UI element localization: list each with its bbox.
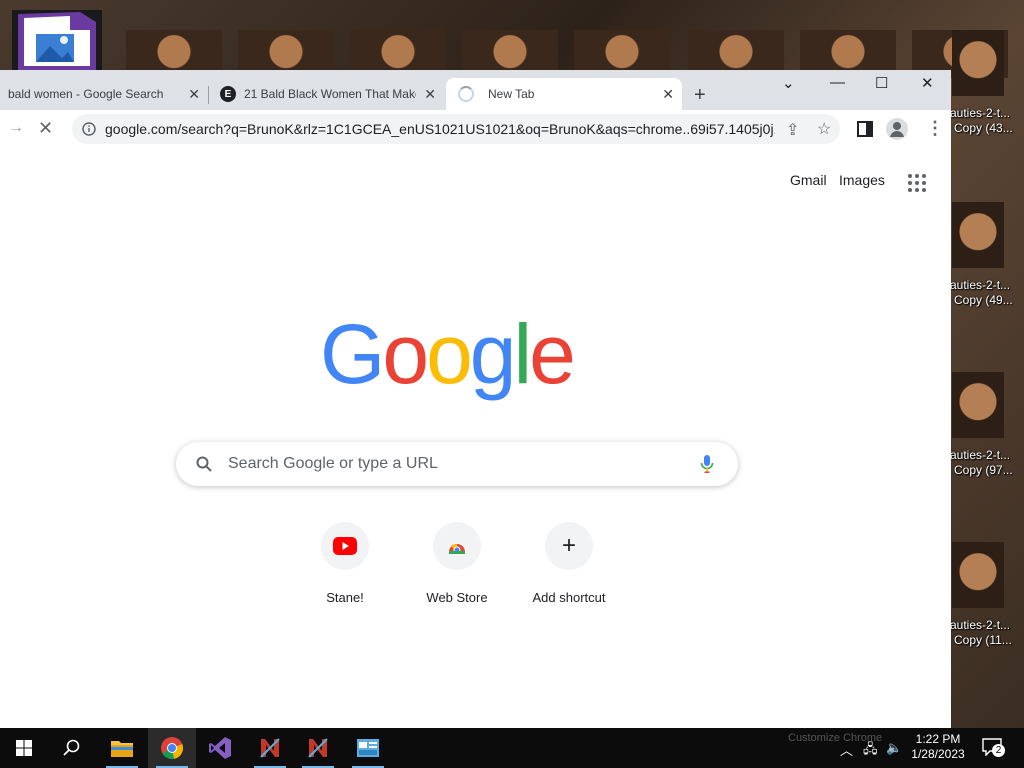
windows-start-icon[interactable] [0, 728, 48, 768]
volume-icon[interactable]: 🔈 [886, 740, 902, 756]
url-text[interactable]: google.com/search?q=BrunoK&rlz=1C1GCEA_e… [105, 121, 775, 137]
logo-letter: o [382, 307, 429, 401]
tab-search-chevron-icon[interactable]: ⌄ [782, 74, 795, 92]
tab-close-icon[interactable]: ✕ [188, 86, 200, 103]
desktop-file-label: auties-2-t... Copy (43... [950, 106, 1013, 135]
site-info-icon[interactable] [82, 122, 96, 136]
search-icon [196, 456, 212, 472]
app-n-icon[interactable] [246, 728, 294, 768]
shortcut-label: Web Store [426, 590, 488, 605]
image-thumbnail [952, 542, 1004, 608]
chrome-taskbar-icon[interactable] [148, 728, 196, 768]
app-n-icon-2[interactable] [294, 728, 342, 768]
shortcut-tile [321, 522, 369, 570]
show-hidden-icons-chevron[interactable]: ︿ [840, 740, 853, 759]
desktop-file[interactable]: auties-2-t... Copy (97... [950, 372, 1024, 522]
shortcut-add[interactable]: + Add shortcut [513, 522, 625, 605]
clock-date: 1/28/2023 [911, 747, 965, 761]
tab-new-tab[interactable]: New Tab ✕ [446, 78, 682, 110]
google-apps-grid-icon[interactable] [908, 174, 926, 192]
notification-center-icon[interactable]: 2 [982, 738, 1006, 758]
google-logo: Google [320, 308, 592, 400]
minimize-icon[interactable]: — [830, 74, 845, 91]
shortcut-label: Stane! [326, 590, 364, 605]
tab-divider [208, 86, 209, 104]
plus-icon: + [545, 522, 593, 570]
new-tab-page: Gmail Images Google Search Google or typ… [0, 148, 951, 728]
kebab-menu-icon[interactable]: ⋮ [926, 118, 944, 139]
new-tab-plus-icon[interactable]: + [694, 84, 706, 107]
stop-loading-icon[interactable]: ✕ [38, 118, 53, 139]
profile-avatar-icon[interactable] [886, 118, 908, 140]
address-bar[interactable]: google.com/search?q=BrunoK&rlz=1C1GCEA_e… [72, 114, 840, 144]
clock-time: 1:22 PM [915, 732, 961, 746]
tab-close-icon[interactable]: ✕ [424, 86, 436, 103]
gmail-link[interactable]: Gmail [790, 172, 827, 188]
search-placeholder[interactable]: Search Google or type a URL [228, 455, 438, 473]
tab-bald-women-search[interactable]: bald women - Google Search ✕ [0, 78, 208, 110]
tab-close-icon[interactable]: ✕ [662, 86, 674, 103]
shortcut-tile [433, 522, 481, 570]
file-explorer-icon[interactable] [98, 728, 146, 768]
chrome-window: bald women - Google Search ✕ E 21 Bald B… [0, 70, 951, 728]
chrome-web-store-icon [449, 543, 465, 554]
logo-letter: G [320, 307, 385, 401]
network-icon[interactable]: 🖧 [863, 740, 878, 762]
shortcut-stane[interactable]: Stane! [289, 522, 401, 605]
tab-title: 21 Bald Black Women That Make [244, 87, 416, 101]
forward-arrow-icon[interactable]: → [8, 119, 24, 137]
share-icon[interactable]: ⇪ [786, 120, 799, 140]
desktop-file[interactable]: auties-2-t... Copy (49... [950, 202, 1024, 352]
desktop-thumbnails [0, 8, 1024, 78]
e-icon: E [220, 86, 236, 102]
microphone-icon[interactable] [700, 454, 714, 474]
desktop-file[interactable]: auties-2-t... Copy (11... [950, 542, 1024, 692]
notification-count-badge: 2 [992, 744, 1005, 757]
logo-letter: e [529, 307, 576, 401]
tab-bald-black-women[interactable]: E 21 Bald Black Women That Make ✕ [212, 78, 444, 110]
image-thumbnail [952, 30, 1004, 96]
desktop-file-label: auties-2-t... Copy (97... [950, 448, 1013, 477]
system-clock[interactable]: 1:22 PM 1/28/2023 [906, 732, 970, 762]
images-link[interactable]: Images [839, 172, 885, 188]
tab-title: bald women - Google Search [8, 87, 164, 101]
shortcut-label: Add shortcut [532, 590, 606, 605]
desktop-file-label: auties-2-t... Copy (11... [950, 618, 1012, 647]
visual-studio-icon[interactable] [196, 728, 244, 768]
youtube-icon [333, 537, 357, 555]
desktop-file[interactable]: auties-2-t... Copy (43... [950, 30, 1024, 180]
side-panel-icon[interactable] [857, 121, 873, 137]
tab-title: New Tab [488, 87, 535, 101]
tab-strip: bald women - Google Search ✕ E 21 Bald B… [0, 70, 951, 110]
search-box[interactable]: Search Google or type a URL [176, 442, 738, 486]
image-thumbnail [952, 372, 1004, 438]
windows-taskbar: Customize Chrome ︿ 🖧 🔈 1:22 PM 1/28/2023… [0, 728, 1024, 768]
taskbar-search-icon[interactable] [48, 728, 96, 768]
logo-letter: l [513, 307, 533, 401]
desktop-file-label: auties-2-t... Copy (49... [950, 278, 1013, 307]
loading-spinner-icon [458, 86, 474, 102]
control-panel-icon[interactable] [344, 728, 392, 768]
logo-letter: o [426, 307, 473, 401]
close-window-icon[interactable]: ✕ [921, 74, 934, 92]
shortcut-web-store[interactable]: Web Store [401, 522, 513, 605]
image-thumbnail [952, 202, 1004, 268]
maximize-icon[interactable]: ☐ [875, 74, 888, 92]
bookmark-star-icon[interactable]: ☆ [817, 119, 831, 139]
browser-toolbar: → ✕ google.com/search?q=BrunoK&rlz=1C1GC… [0, 110, 951, 149]
logo-letter: g [469, 307, 517, 401]
